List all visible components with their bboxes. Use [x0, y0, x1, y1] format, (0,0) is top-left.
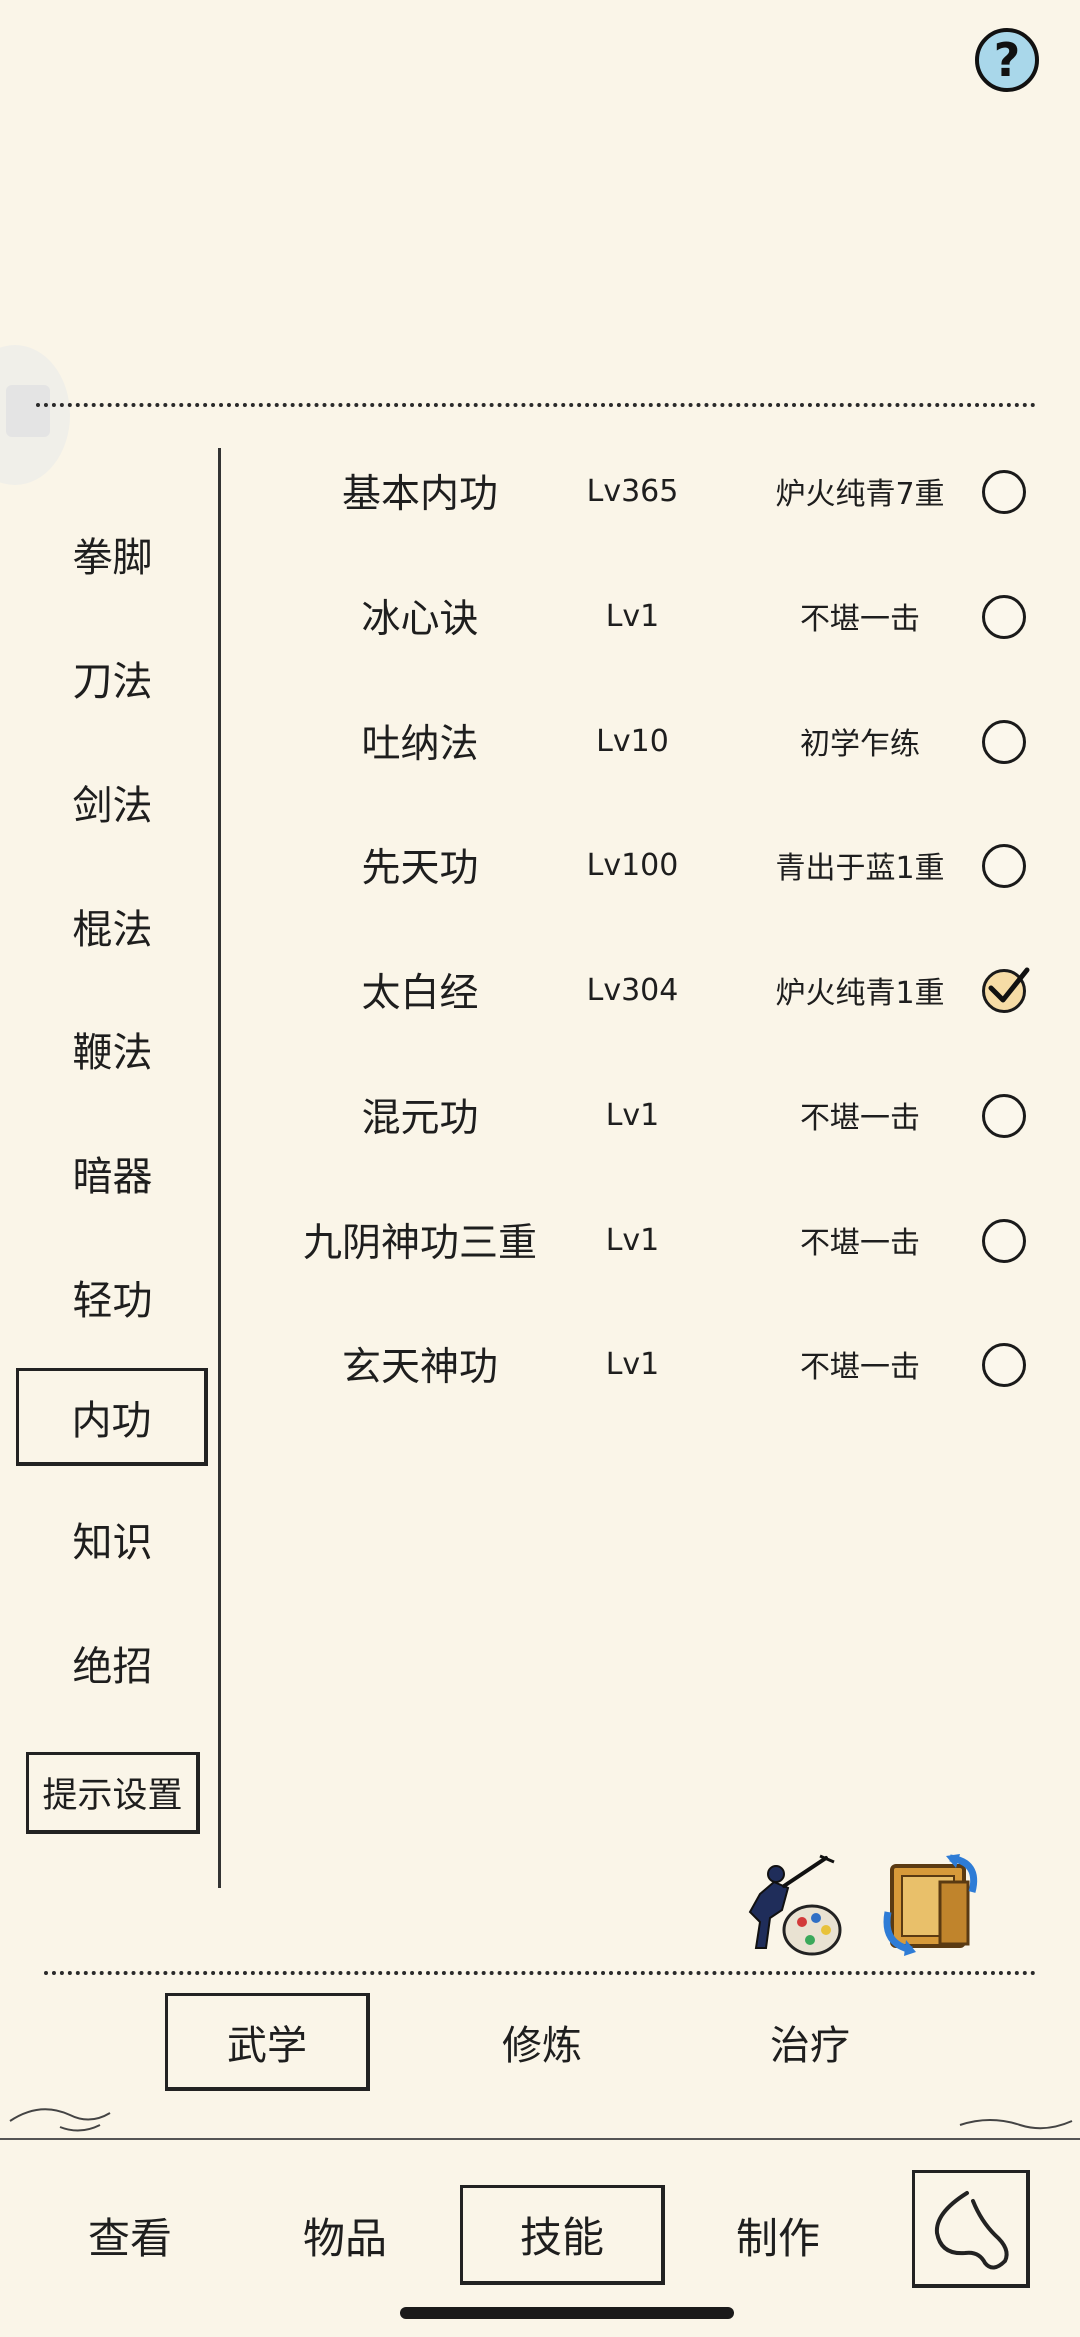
nav-item-neigong[interactable]: 内功 — [16, 1368, 208, 1466]
skill-row[interactable]: 混元功 Lv1 不堪一击 — [240, 1060, 1040, 1170]
nav-item-bianfa[interactable]: 鞭法 — [10, 1000, 215, 1098]
home-indicator — [400, 2307, 734, 2319]
tab-wuxue[interactable]: 武学 — [165, 1993, 370, 2091]
equip-radio[interactable] — [982, 1219, 1026, 1263]
skill-level: Lv1 — [605, 1222, 660, 1258]
tab-zhiliao[interactable]: 治疗 — [710, 1993, 910, 2091]
nav-item-label: 棍法 — [72, 907, 153, 953]
skill-rank: 初学乍练 — [800, 727, 920, 762]
skill-name: 吐纳法 — [361, 722, 479, 767]
equip-radio[interactable] — [982, 470, 1026, 514]
skill-level: Lv100 — [586, 847, 679, 883]
skill-row[interactable]: 九阴神功三重 Lv1 不堪一击 — [240, 1185, 1040, 1295]
equip-radio[interactable] — [982, 595, 1026, 639]
nav-item-zhishi[interactable]: 知识 — [10, 1490, 215, 1588]
skill-row[interactable]: 冰心诀 Lv1 不堪一击 — [240, 561, 1040, 671]
nav-item-label: 轻功 — [72, 1278, 153, 1324]
skill-rank: 不堪一击 — [800, 602, 920, 637]
top-divider — [36, 403, 1036, 407]
checkmark-icon — [988, 967, 1030, 1003]
book-swap-icon[interactable] — [876, 1852, 986, 1962]
skill-rank: 炉火纯青1重 — [775, 976, 945, 1011]
nav-item-label: 暗器 — [72, 1154, 153, 1200]
skill-name: 九阴神功三重 — [302, 1221, 537, 1266]
tab-label: 制作 — [735, 2213, 820, 2263]
skill-row[interactable]: 基本内功 Lv365 炉火纯青7重 — [240, 436, 1040, 546]
help-icon: ? — [993, 33, 1021, 87]
nav-item-jianfa[interactable]: 剑法 — [10, 753, 215, 851]
skill-row[interactable]: 先天功 Lv100 青出于蓝1重 — [240, 810, 1040, 920]
skill-name: 基本内功 — [341, 472, 498, 517]
tab-jineng[interactable]: 技能 — [460, 2185, 665, 2285]
skill-row[interactable]: 吐纳法 Lv10 初学乍练 — [240, 686, 1040, 796]
skill-level: Lv10 — [596, 723, 669, 759]
skill-rank: 不堪一击 — [800, 1350, 920, 1385]
nav-item-qinggong[interactable]: 轻功 — [10, 1248, 215, 1346]
skill-level: Lv1 — [605, 1097, 660, 1133]
skill-level: Lv1 — [605, 598, 660, 634]
tab-label: 物品 — [302, 2213, 387, 2263]
nav-item-label: 剑法 — [72, 783, 153, 829]
nav-item-label: 知识 — [72, 1520, 153, 1566]
nav-item-juezhao[interactable]: 绝招 — [10, 1614, 215, 1712]
nav-item-label: 拳脚 — [72, 535, 153, 581]
skill-rank: 青出于蓝1重 — [775, 851, 945, 886]
nav-item-gunfa[interactable]: 棍法 — [10, 877, 215, 975]
tab-wupin[interactable]: 物品 — [245, 2185, 445, 2285]
nav-item-label: 绝招 — [72, 1644, 153, 1690]
nav-item-quanjiao[interactable]: 拳脚 — [10, 505, 215, 603]
nav-divider — [218, 448, 221, 1888]
skill-level: Lv365 — [586, 473, 679, 509]
equip-radio[interactable] — [982, 1094, 1026, 1138]
equip-radio-checked[interactable] — [982, 967, 1030, 1013]
bottom-divider — [44, 1971, 1036, 1975]
tab-label: 治疗 — [770, 2023, 850, 2069]
skill-name: 先天功 — [361, 846, 479, 891]
wave-divider — [0, 2108, 1080, 2140]
nav-item-daofa[interactable]: 刀法 — [10, 629, 215, 727]
nav-item-anqi[interactable]: 暗器 — [10, 1124, 215, 1222]
tab-xiulian[interactable]: 修炼 — [442, 1993, 642, 2091]
tab-label: 修炼 — [502, 2023, 582, 2069]
nav-item-label: 鞭法 — [72, 1030, 153, 1076]
tab-label: 武学 — [227, 2022, 307, 2069]
skill-name: 太白经 — [361, 971, 479, 1016]
help-button[interactable]: ? — [975, 28, 1039, 92]
tab-chakan[interactable]: 查看 — [30, 2185, 230, 2285]
skill-row[interactable]: 玄天神功 Lv1 不堪一击 — [240, 1309, 1040, 1419]
skill-rank: 不堪一击 — [800, 1101, 920, 1136]
back-swirl-icon — [934, 2191, 1009, 2270]
hint-settings-button[interactable]: 提示设置 — [26, 1752, 200, 1834]
equip-radio[interactable] — [982, 720, 1026, 764]
equip-radio[interactable] — [982, 844, 1026, 888]
tab-label: 技能 — [519, 2213, 604, 2262]
skill-name: 混元功 — [361, 1096, 479, 1141]
nav-item-label: 内功 — [71, 1397, 152, 1444]
skill-name: 冰心诀 — [361, 597, 479, 642]
back-button[interactable] — [912, 2170, 1030, 2288]
nav-item-label: 刀法 — [72, 659, 153, 705]
skill-rank: 炉火纯青7重 — [775, 477, 945, 512]
hint-settings-label: 提示设置 — [42, 1776, 183, 1816]
skill-row[interactable]: 太白经 Lv304 炉火纯青1重 — [240, 935, 1040, 1045]
skill-level: Lv1 — [605, 1346, 660, 1382]
equip-radio[interactable] — [982, 1343, 1026, 1387]
swordsman-paint-icon[interactable] — [740, 1852, 850, 1962]
tab-label: 查看 — [87, 2213, 172, 2263]
skill-rank: 不堪一击 — [800, 1226, 920, 1261]
floating-assist-icon — [6, 385, 50, 437]
tab-zhizuo[interactable]: 制作 — [678, 2185, 878, 2285]
skill-name: 玄天神功 — [341, 1345, 498, 1390]
skill-level: Lv304 — [586, 972, 679, 1008]
